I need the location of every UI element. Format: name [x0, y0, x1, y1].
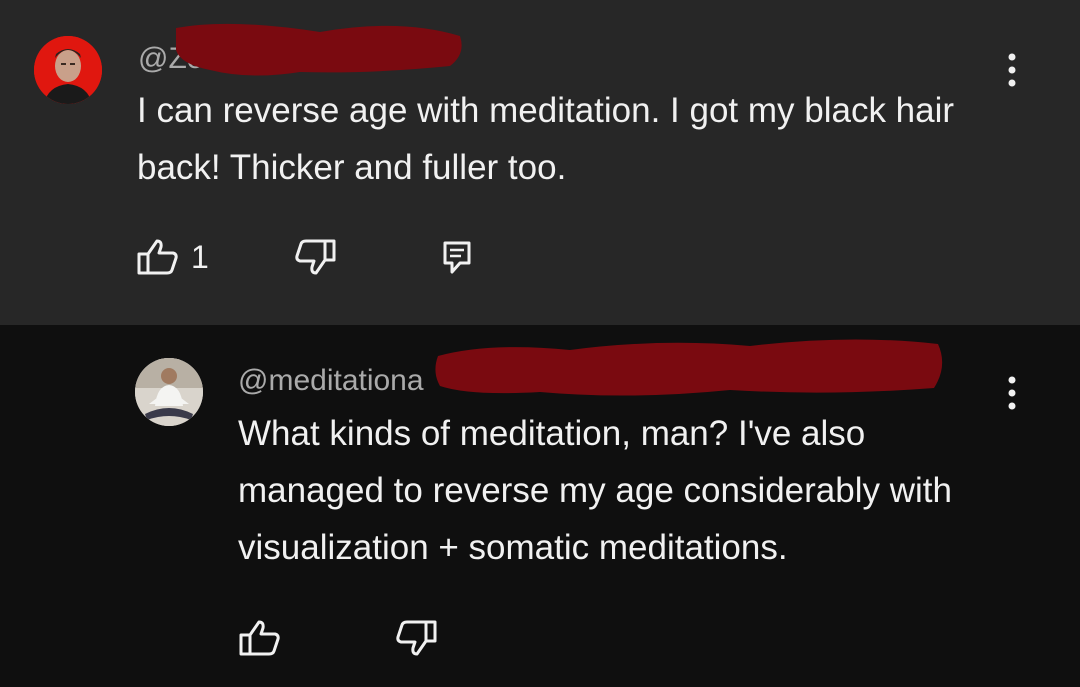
avatar-image	[34, 36, 102, 104]
more-vert-icon	[1008, 53, 1016, 87]
avatar-image	[135, 358, 203, 426]
avatar[interactable]	[34, 36, 102, 104]
reply-avatar[interactable]	[135, 358, 203, 426]
comment-text: I can reverse age with meditation. I got…	[137, 91, 955, 187]
dislike-icon[interactable]	[394, 619, 438, 657]
redaction-mark	[435, 339, 943, 396]
dislike-icon[interactable]	[293, 238, 337, 276]
like-icon[interactable]	[238, 619, 282, 657]
more-actions-button[interactable]	[1000, 50, 1024, 90]
more-vert-icon	[1008, 376, 1016, 410]
redaction-mark	[176, 23, 462, 76]
reply-author-handle[interactable]: @meditationa	[238, 364, 424, 398]
reply-more-actions-button[interactable]	[1000, 373, 1024, 413]
reply-icon[interactable]	[442, 240, 472, 276]
like-count: 1	[191, 239, 209, 275]
like-icon[interactable]	[136, 238, 180, 276]
comment-top: @Zolo I can reverse age with meditation.…	[0, 0, 1080, 325]
reply-text: What kinds of meditation, man? I've also…	[238, 414, 952, 567]
